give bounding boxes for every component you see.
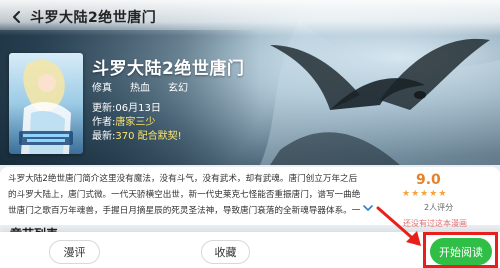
rating-score: 9.0 xyxy=(416,172,441,188)
star-icon: ★ xyxy=(402,189,411,199)
latest-chapter-info[interactable]: 最新:370 配合默契! xyxy=(92,127,182,142)
rating-count: 2人评分 xyxy=(424,203,454,212)
tag-item[interactable]: 玄幻 xyxy=(168,79,188,94)
review-button[interactable]: 漫评 xyxy=(49,240,100,264)
chevron-left-icon xyxy=(13,11,20,23)
hint-text: 还没有过这本漫画 xyxy=(403,219,467,228)
book-title: 斗罗大陆2绝世唐门 xyxy=(92,59,245,79)
cover-art xyxy=(9,53,83,154)
book-description[interactable]: 斗罗大陆2绝世唐门简介这里没有魔法，没有斗气，没有武术，却有武魂。唐门创立万年之… xyxy=(8,171,363,219)
chevron-down-icon[interactable] xyxy=(362,202,374,214)
star-icon: ★ xyxy=(429,189,438,199)
tag-item[interactable]: 修真 xyxy=(92,79,112,94)
author-info: 作者:唐家三少 xyxy=(92,113,155,128)
page-title: 斗罗大陆2绝世唐门 xyxy=(30,10,157,26)
star-icon: ★ xyxy=(420,189,429,199)
annotation-highlight-box xyxy=(423,232,498,268)
back-button[interactable] xyxy=(6,6,28,28)
latest-value[interactable]: 370 配合默契! xyxy=(115,131,181,142)
star-icon: ★ xyxy=(411,189,420,199)
update-info: 更新:06月13日 xyxy=(92,99,161,114)
tag-list: 修真 热血 玄幻 xyxy=(92,79,188,94)
latest-label: 最新: xyxy=(92,131,116,142)
book-cover[interactable] xyxy=(9,53,83,154)
star-icon: ★ xyxy=(438,189,447,199)
tag-item[interactable]: 热血 xyxy=(130,79,150,94)
rating-stars: ★ ★ ★ ★ ★ xyxy=(402,189,446,199)
collect-button[interactable]: 收藏 xyxy=(201,240,250,264)
